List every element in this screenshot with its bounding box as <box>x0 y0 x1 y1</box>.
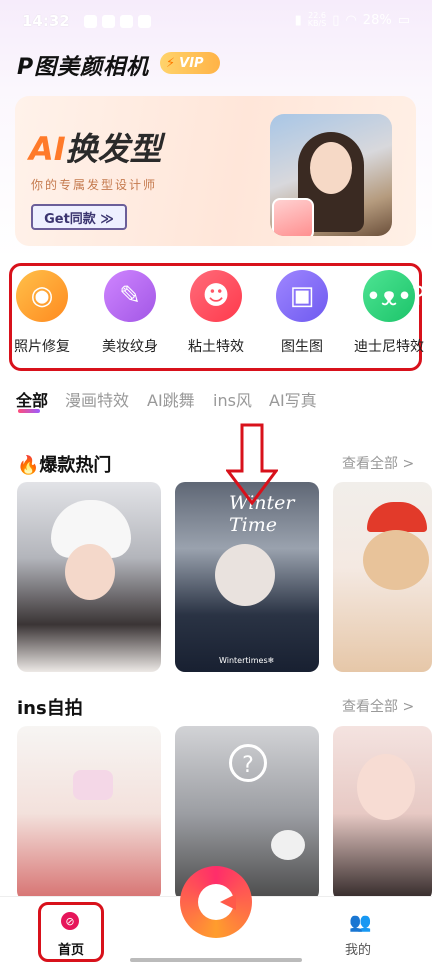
battery-icon: ▭ <box>397 12 410 28</box>
ins-view-all-link[interactable]: 查看全部 > <box>342 696 414 716</box>
feature-makeup-tattoo[interactable]: ✎ 美妆纹身 <box>87 270 173 356</box>
banner-before-thumbnail <box>272 198 314 236</box>
vip-label: VIP <box>179 55 204 71</box>
network-speed: 22.6 KB/S <box>308 12 327 28</box>
banner-title-text: 换发型 <box>65 130 162 168</box>
section-ins-title: ins自拍 <box>17 698 83 719</box>
section-hot-label: 爆款热门 <box>39 455 112 476</box>
home-indicator[interactable] <box>130 958 302 962</box>
nav-home-label: 首页 <box>58 943 85 958</box>
bear-icon: ʕ•ᴥ•ʔ <box>353 270 426 322</box>
hot-view-all-link[interactable]: 查看全部 > <box>342 453 414 473</box>
card-caption: Wintertimes❄ <box>219 656 275 665</box>
battery-level: 28% <box>362 12 392 28</box>
fire-icon: 🔥 <box>17 455 40 476</box>
notification-icon <box>138 15 151 28</box>
notification-icon <box>84 15 97 28</box>
feature-disney-effect[interactable]: ʕ•ᴥ•ʔ 迪士尼特效 <box>346 270 432 356</box>
compass-icon: ⊘ <box>61 912 79 930</box>
banner-photo-face <box>310 142 352 194</box>
lightning-icon: ⚡ <box>166 55 176 71</box>
section-hot-title: 🔥爆款热门 <box>17 451 111 477</box>
cake-shape <box>73 770 113 800</box>
ins-card[interactable] <box>333 726 432 901</box>
notification-icon <box>120 15 133 28</box>
banner-title: AI换发型 <box>29 124 162 170</box>
face-shape <box>65 544 115 600</box>
hot-card[interactable]: Winter Time Wintertimes❄ <box>175 482 319 672</box>
user-icon[interactable]: 👥 <box>349 912 371 933</box>
banner-photo <box>270 114 392 236</box>
hot-card[interactable] <box>333 482 432 672</box>
tab-comic-effect[interactable]: 漫画特效 <box>65 387 129 411</box>
get-same-button[interactable]: Get同款 ≫ <box>31 204 127 230</box>
cat-shape <box>271 830 305 860</box>
hairstyle-banner[interactable]: AI换发型 你的专属发型设计师 Get同款 ≫ <box>15 96 416 246</box>
feature-image-to-image[interactable]: ▣ 图生图 <box>259 270 345 356</box>
tab-ins-style[interactable]: ins风 <box>213 387 252 411</box>
camera-center-button[interactable] <box>180 866 252 938</box>
app-title: P图美颜相机 <box>17 55 150 80</box>
feature-clay-effect[interactable]: ☻ 粘土特效 <box>173 270 259 356</box>
face-shape <box>357 754 415 820</box>
image-icon: ▣ <box>276 270 328 322</box>
vip-badge[interactable]: ⚡ VIP <box>160 52 220 74</box>
tab-ai-portrait[interactable]: AI写真 <box>269 387 317 411</box>
hot-card[interactable] <box>17 482 161 672</box>
feature-label: 照片修复 <box>14 339 70 355</box>
question-bubble-icon: ? <box>229 744 267 782</box>
status-bar: 14:32 ▮ 22.6 KB/S ▯ ◠ 28% ▭ <box>0 0 432 44</box>
makeup-brush-icon: ✎ <box>104 270 156 322</box>
tab-all[interactable]: 全部 <box>16 387 48 411</box>
banner-title-ai: AI <box>29 130 66 168</box>
photo-restore-icon: ◉ <box>16 270 68 322</box>
status-time: 14:32 <box>22 12 70 30</box>
tab-ai-dance[interactable]: AI跳舞 <box>147 387 195 411</box>
face-shape <box>215 544 275 606</box>
notification-icon <box>102 15 115 28</box>
speed-unit: KB/S <box>307 19 327 28</box>
status-right: ▮ 22.6 KB/S ▯ ◠ 28% ▭ <box>295 12 410 28</box>
wifi-icon: ◠ <box>345 12 357 28</box>
cat-shape <box>363 530 429 590</box>
vibrate-icon: ▮ <box>294 12 302 28</box>
smiley-icon: ☻ <box>190 270 242 322</box>
red-cap-shape <box>367 502 427 532</box>
ins-card[interactable] <box>17 726 161 901</box>
active-tab-indicator <box>18 409 40 413</box>
notification-icons <box>84 15 151 28</box>
feature-label: 美妆纹身 <box>102 339 158 355</box>
pacman-logo-icon <box>198 884 236 920</box>
sim-icon: ▯ <box>332 12 340 28</box>
feature-label: 迪士尼特效 <box>354 339 424 355</box>
feature-label: 图生图 <box>281 339 323 355</box>
nav-me-label[interactable]: 我的 <box>345 939 371 958</box>
down-arrow-annotation <box>226 423 278 505</box>
feature-label: 粘土特效 <box>188 339 244 355</box>
feature-photo-restore[interactable]: ◉ 照片修复 <box>0 270 85 356</box>
banner-subtitle: 你的专属发型设计师 <box>31 178 158 192</box>
